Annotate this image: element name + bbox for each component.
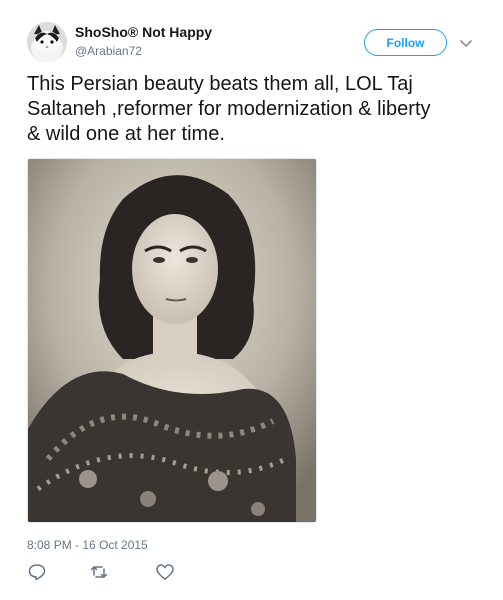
tweet-card: ShoSho® Not Happy @Arabian72 Follow This…	[0, 0, 503, 600]
tweet-text-line: Saltaneh ,reformer for modernization & l…	[27, 98, 431, 120]
reply-icon[interactable]	[27, 562, 47, 582]
tweet-actions	[27, 562, 227, 582]
heart-icon[interactable]	[155, 562, 175, 582]
user-handle[interactable]: @Arabian72	[75, 44, 142, 58]
follow-button[interactable]: Follow	[364, 29, 447, 56]
portrait-image	[28, 159, 316, 522]
avatar[interactable]	[27, 22, 67, 62]
user-name[interactable]: ShoSho® Not Happy	[75, 24, 212, 40]
tweet-text: This Persian beauty beats them all, LOL …	[27, 72, 479, 147]
tweet-photo[interactable]	[27, 158, 317, 523]
tweet-timestamp[interactable]: 8:08 PM - 16 Oct 2015	[27, 538, 148, 552]
tweet-text-line: This Persian beauty beats them all, LOL …	[27, 73, 413, 95]
tweet-header: ShoSho® Not Happy @Arabian72 Follow	[27, 22, 477, 64]
cat-avatar-icon	[27, 22, 67, 62]
retweet-icon[interactable]	[89, 562, 109, 582]
chevron-down-icon[interactable]	[458, 35, 474, 51]
tweet-text-line: & wild one at her time.	[27, 123, 225, 145]
